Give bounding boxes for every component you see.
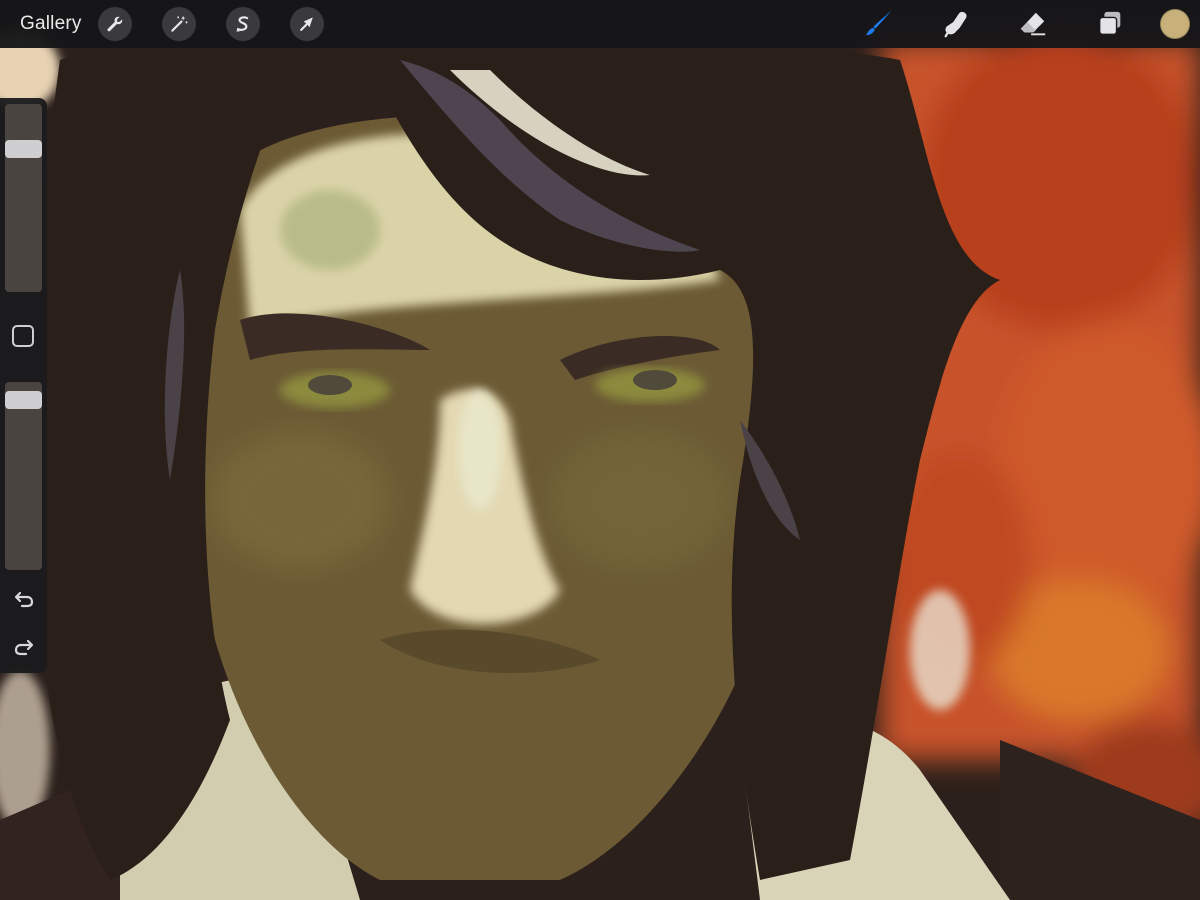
undo-icon bbox=[14, 591, 34, 608]
right-tool-group bbox=[822, 0, 1200, 48]
actions-button[interactable] bbox=[97, 7, 132, 41]
brush-icon bbox=[865, 10, 892, 36]
selection-s-icon bbox=[235, 16, 248, 32]
selection-button[interactable] bbox=[225, 7, 260, 41]
smudge-tool-button[interactable] bbox=[936, 4, 976, 44]
adjustments-button[interactable] bbox=[161, 7, 196, 41]
layers-icon bbox=[1098, 11, 1121, 36]
brush-tool-button[interactable] bbox=[859, 4, 899, 44]
painting-canvas[interactable] bbox=[0, 0, 1200, 900]
redo-button[interactable] bbox=[11, 633, 37, 659]
eraser-tool-button[interactable] bbox=[1013, 4, 1053, 44]
redo-icon bbox=[14, 639, 34, 656]
wrench-icon bbox=[107, 16, 122, 32]
undo-button[interactable] bbox=[11, 585, 37, 611]
eraser-icon bbox=[1020, 12, 1046, 36]
transform-button[interactable] bbox=[289, 7, 324, 41]
left-sidebar bbox=[0, 98, 47, 673]
smudge-finger-icon bbox=[944, 11, 967, 38]
color-picker-swatch[interactable] bbox=[1160, 9, 1190, 39]
brush-opacity-thumb[interactable] bbox=[5, 390, 42, 409]
magic-wand-icon bbox=[170, 15, 188, 32]
top-toolbar: Gallery bbox=[0, 0, 1200, 48]
arrow-cursor-icon bbox=[299, 17, 313, 31]
orange-background-strokes bbox=[880, 30, 1200, 840]
square-icon[interactable] bbox=[12, 325, 34, 347]
brush-size-slider[interactable] bbox=[5, 104, 42, 292]
brush-opacity-slider[interactable] bbox=[5, 382, 42, 570]
gallery-button[interactable]: Gallery bbox=[20, 13, 82, 35]
layers-button[interactable] bbox=[1090, 4, 1130, 44]
brush-size-thumb[interactable] bbox=[5, 139, 42, 158]
